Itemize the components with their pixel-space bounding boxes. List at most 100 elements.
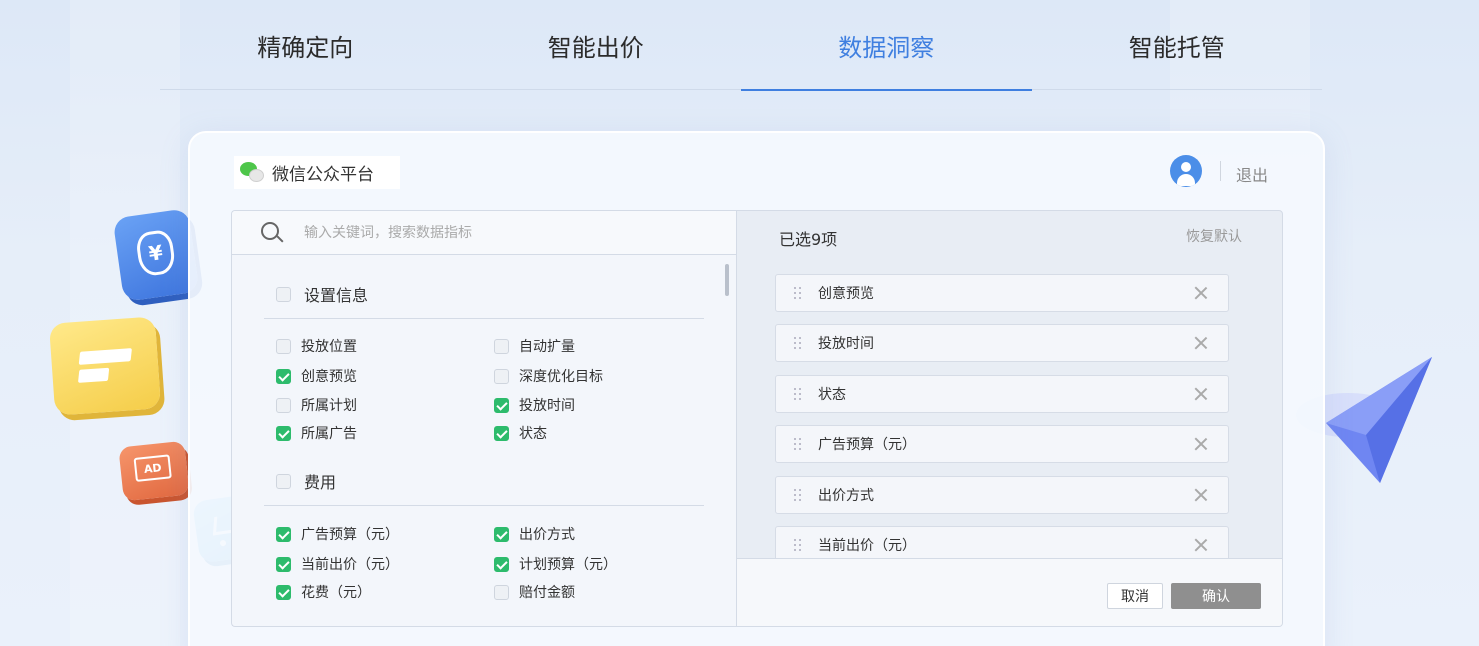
group-checkbox[interactable]	[276, 286, 291, 302]
option-checkbox[interactable]	[494, 368, 509, 384]
option-checkbox[interactable]	[494, 425, 509, 441]
selected-item[interactable]: 状态	[775, 375, 1229, 413]
option-ad[interactable]: 所属广告	[276, 423, 357, 443]
option-plan[interactable]: 所属计划	[276, 395, 357, 415]
option-deep-optimization[interactable]: 深度优化目标	[494, 366, 603, 386]
scrollbar-thumb[interactable]	[725, 264, 729, 296]
yuan-symbol: ¥	[134, 228, 177, 278]
selected-item[interactable]: 出价方式	[775, 476, 1229, 514]
option-checkbox[interactable]	[276, 425, 291, 441]
ad-label: AD	[133, 454, 172, 482]
tab-precise-targeting[interactable]: 精确定向	[160, 0, 451, 90]
drag-handle-icon[interactable]	[794, 489, 802, 501]
user-avatar-icon[interactable]	[1170, 155, 1202, 187]
tab-data-insight[interactable]: 数据洞察	[741, 0, 1032, 91]
search-bar	[232, 211, 736, 255]
drag-handle-icon[interactable]	[794, 337, 802, 349]
option-placement[interactable]: 投放位置	[276, 336, 357, 356]
feature-tabs: 精确定向 智能出价 数据洞察 智能托管	[160, 0, 1323, 91]
header-divider	[1220, 161, 1221, 181]
logout-link[interactable]: 退出	[1236, 162, 1268, 186]
group-cost[interactable]: 费用	[276, 469, 336, 493]
group-label: 费用	[304, 473, 337, 492]
option-auto-expand[interactable]: 自动扩量	[494, 336, 575, 356]
option-checkbox[interactable]	[276, 556, 291, 572]
group-divider	[264, 505, 704, 506]
option-creative-preview[interactable]: 创意预览	[276, 366, 357, 386]
selected-item-label: 状态	[818, 387, 846, 403]
selected-count: 已选9项	[779, 230, 838, 249]
option-label: 自动扩量	[519, 339, 575, 355]
remove-icon[interactable]	[1194, 387, 1208, 401]
option-label: 投放位置	[301, 339, 357, 355]
selected-item-label: 出价方式	[818, 488, 874, 504]
option-checkbox[interactable]	[494, 397, 509, 413]
group-setting-info[interactable]: 设置信息	[276, 282, 368, 306]
option-checkbox[interactable]	[494, 526, 509, 542]
option-checkbox[interactable]	[276, 397, 291, 413]
tab-smart-bidding[interactable]: 智能出价	[451, 0, 742, 90]
option-label: 投放时间	[519, 398, 575, 414]
option-checkbox[interactable]	[276, 368, 291, 384]
wechat-icon	[240, 161, 266, 184]
option-bid-method[interactable]: 出价方式	[494, 524, 575, 544]
remove-icon[interactable]	[1194, 538, 1208, 552]
option-label: 出价方式	[519, 527, 575, 543]
group-label: 设置信息	[304, 286, 369, 305]
selected-item-label: 当前出价（元）	[818, 538, 916, 554]
option-ad-budget[interactable]: 广告预算（元）	[276, 524, 399, 544]
option-plan-budget[interactable]: 计划预算（元）	[494, 554, 617, 574]
search-icon	[260, 221, 284, 245]
remove-icon[interactable]	[1194, 336, 1208, 350]
confirm-button[interactable]: 确认	[1171, 583, 1261, 609]
metric-search-input[interactable]	[304, 224, 684, 241]
drag-handle-icon[interactable]	[794, 388, 802, 400]
remove-icon[interactable]	[1194, 488, 1208, 502]
option-checkbox[interactable]	[276, 526, 291, 542]
document-icon	[48, 316, 162, 416]
option-checkbox[interactable]	[494, 338, 509, 354]
option-checkbox[interactable]	[494, 556, 509, 572]
metric-selector-panel: 设置信息 投放位置 自动扩量 创意预览 深度优化目标 所属计划 投放时间 所属广…	[231, 210, 736, 627]
group-divider	[264, 318, 704, 319]
option-checkbox[interactable]	[276, 584, 291, 600]
selected-item-label: 广告预算（元）	[818, 437, 916, 453]
option-label: 广告预算（元）	[301, 527, 399, 543]
option-delivery-time[interactable]: 投放时间	[494, 395, 575, 415]
selected-item[interactable]: 投放时间	[775, 324, 1229, 362]
selected-item[interactable]: 创意预览	[775, 274, 1229, 312]
option-spend[interactable]: 花费（元）	[276, 582, 371, 602]
option-current-bid[interactable]: 当前出价（元）	[276, 554, 399, 574]
money-bag-icon: ¥	[112, 208, 200, 302]
option-status[interactable]: 状态	[494, 423, 547, 443]
option-label: 花费（元）	[301, 585, 371, 601]
selected-item[interactable]: 广告预算（元）	[775, 425, 1229, 463]
option-label: 当前出价（元）	[301, 557, 399, 573]
option-label: 计划预算（元）	[519, 557, 617, 573]
drag-handle-icon[interactable]	[794, 438, 802, 450]
brand-logo: 微信公众平台	[234, 156, 400, 189]
brand-name: 微信公众平台	[272, 165, 374, 185]
option-checkbox[interactable]	[494, 584, 509, 600]
option-compensation[interactable]: 赔付金额	[494, 582, 575, 602]
remove-icon[interactable]	[1194, 437, 1208, 451]
panel-footer: 取消 确认	[737, 558, 1282, 626]
option-label: 状态	[519, 426, 547, 442]
ad-icon: AD	[118, 440, 190, 502]
option-label: 创意预览	[301, 369, 357, 385]
selected-metrics-panel: 已选9项 恢复默认 创意预览 投放时间 状态 广告预算（元） 出价方式 当前出价…	[736, 210, 1283, 627]
option-checkbox[interactable]	[276, 338, 291, 354]
option-label: 所属广告	[301, 426, 357, 442]
cancel-button[interactable]: 取消	[1107, 583, 1163, 609]
option-label: 所属计划	[301, 398, 357, 414]
tab-smart-hosting[interactable]: 智能托管	[1032, 0, 1323, 90]
selected-item-label: 投放时间	[818, 336, 874, 352]
selected-item-label: 创意预览	[818, 286, 874, 302]
group-checkbox[interactable]	[276, 473, 291, 489]
remove-icon[interactable]	[1194, 286, 1208, 300]
option-label: 深度优化目标	[519, 369, 603, 385]
restore-default-link[interactable]: 恢复默认	[1186, 226, 1242, 246]
drag-handle-icon[interactable]	[794, 539, 802, 551]
option-label: 赔付金额	[519, 585, 575, 601]
drag-handle-icon[interactable]	[794, 287, 802, 299]
